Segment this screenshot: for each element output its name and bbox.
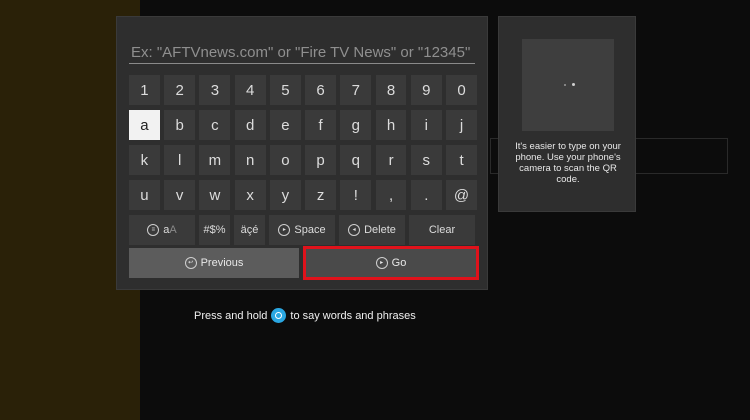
key[interactable]: h <box>375 110 407 140</box>
voice-button-icon <box>271 308 287 323</box>
keyboard-keys: 1 2 3 4 5 6 7 8 9 0 a b c d e f g h i j … <box>129 75 477 245</box>
space-label: Space <box>294 224 326 236</box>
key[interactable]: x <box>234 180 266 210</box>
keyboard-function-row: ≡ aA #$% äçé ▸ Space ◂ Delete Clear <box>129 215 477 245</box>
key[interactable]: i <box>410 110 442 140</box>
back-icon: ↩ <box>184 257 197 269</box>
key[interactable]: 0 <box>446 75 477 105</box>
qr-instructions: It's easier to type on your phone. Use y… <box>515 141 621 185</box>
rewind-icon: ◂ <box>348 224 361 236</box>
key[interactable]: l <box>164 145 196 175</box>
key[interactable]: w <box>199 180 231 210</box>
key[interactable]: 4 <box>234 75 266 105</box>
key[interactable]: z <box>305 180 337 210</box>
go-label: Go <box>391 257 407 269</box>
key[interactable]: s <box>410 145 442 175</box>
key[interactable]: r <box>375 145 407 175</box>
play-pause-icon: ▸ <box>375 257 388 269</box>
voice-hint-before: Press and hold <box>194 309 268 322</box>
qr-code-image <box>522 39 614 131</box>
space-button[interactable]: ▸ Space <box>269 215 335 245</box>
key[interactable]: u <box>129 180 160 210</box>
keyboard-row-numbers: 1 2 3 4 5 6 7 8 9 0 <box>129 75 477 105</box>
loading-dot <box>572 83 575 86</box>
keyboard-panel: 1 2 3 4 5 6 7 8 9 0 a b c d e f g h i j … <box>116 16 488 290</box>
delete-label: Delete <box>364 224 396 236</box>
accents-button[interactable]: äçé <box>234 215 265 245</box>
key[interactable]: n <box>234 145 266 175</box>
qr-panel: It's easier to type on your phone. Use y… <box>498 16 636 212</box>
key[interactable]: o <box>269 145 301 175</box>
key[interactable]: y <box>269 180 301 210</box>
key[interactable]: 3 <box>199 75 231 105</box>
keyboard-row-letters-3: u v w x y z ! , . @ <box>129 180 477 210</box>
key[interactable]: , <box>375 180 407 210</box>
key[interactable]: q <box>340 145 372 175</box>
key[interactable]: . <box>410 180 442 210</box>
voice-hint: Press and hold to say words and phrases <box>194 308 416 323</box>
key[interactable]: @ <box>446 180 477 210</box>
key[interactable]: 5 <box>269 75 301 105</box>
key[interactable]: t <box>446 145 477 175</box>
go-button[interactable]: ▸ Go <box>303 246 479 280</box>
menu-icon: ≡ <box>147 224 160 236</box>
key[interactable]: j <box>446 110 477 140</box>
key[interactable]: m <box>199 145 231 175</box>
search-input[interactable] <box>129 41 479 63</box>
key-focused[interactable]: a <box>129 110 160 140</box>
delete-button[interactable]: ◂ Delete <box>339 215 405 245</box>
previous-label: Previous <box>200 257 244 269</box>
key[interactable]: e <box>269 110 301 140</box>
nav-row: ↩ Previous ▸ Go <box>129 246 479 280</box>
key[interactable]: 6 <box>305 75 337 105</box>
voice-hint-after: to say words and phrases <box>290 309 416 322</box>
clear-button[interactable]: Clear <box>409 215 475 245</box>
key[interactable]: g <box>340 110 372 140</box>
key[interactable]: c <box>199 110 231 140</box>
case-secondary-label: A <box>169 224 177 236</box>
play-pause-icon: ▸ <box>278 224 291 236</box>
key[interactable]: d <box>234 110 266 140</box>
key[interactable]: v <box>164 180 196 210</box>
key[interactable]: 1 <box>129 75 160 105</box>
key[interactable]: ! <box>340 180 372 210</box>
key[interactable]: 7 <box>340 75 372 105</box>
search-field[interactable] <box>129 41 479 64</box>
key[interactable]: b <box>164 110 196 140</box>
key[interactable]: k <box>129 145 160 175</box>
keyboard-row-letters-1: a b c d e f g h i j <box>129 110 477 140</box>
key[interactable]: 2 <box>164 75 196 105</box>
key[interactable]: p <box>305 145 337 175</box>
key[interactable]: 9 <box>410 75 442 105</box>
previous-button[interactable]: ↩ Previous <box>129 248 299 278</box>
key[interactable]: 8 <box>375 75 407 105</box>
case-toggle-button[interactable]: ≡ aA <box>129 215 195 245</box>
key[interactable]: f <box>305 110 337 140</box>
keyboard-row-letters-2: k l m n o p q r s t <box>129 145 477 175</box>
loading-dot <box>564 84 566 86</box>
symbols-button[interactable]: #$% <box>199 215 230 245</box>
